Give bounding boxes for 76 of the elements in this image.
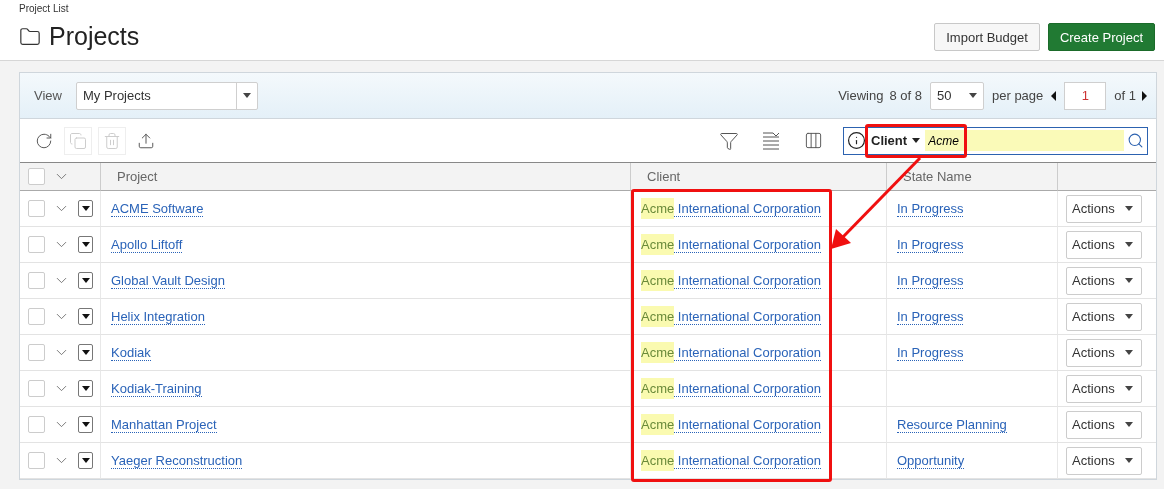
project-link[interactable]: ACME Software	[111, 200, 204, 217]
client-link[interactable]: Acme International Corporation	[641, 200, 821, 217]
state-link[interactable]: In Progress	[897, 272, 964, 289]
client-link[interactable]: Acme International Corporation	[641, 380, 821, 397]
per-page-label: per page	[992, 88, 1044, 103]
row-menu-button[interactable]	[78, 416, 93, 433]
columns-icon	[803, 131, 823, 150]
export-icon	[137, 131, 155, 150]
row-menu-button[interactable]	[78, 308, 93, 325]
row-checkbox[interactable]	[28, 452, 45, 469]
project-link[interactable]: Kodiak-Training	[111, 380, 202, 397]
previous-page-icon[interactable]	[1051, 90, 1057, 101]
state-link[interactable]: Opportunity	[897, 452, 965, 469]
info-icon[interactable]	[847, 131, 866, 150]
filter-icon	[719, 130, 739, 151]
actions-button[interactable]: Actions	[1066, 266, 1142, 295]
folder-icon	[19, 25, 41, 48]
client-link[interactable]: Acme International Corporation	[641, 416, 821, 433]
client-link[interactable]: Acme International Corporation	[641, 344, 821, 361]
search-scope-dropdown[interactable]: Client	[869, 133, 923, 148]
page-count: of 1	[1114, 88, 1136, 103]
client-link[interactable]: Acme International Corporation	[641, 272, 821, 289]
project-link[interactable]: Global Vault Design	[111, 272, 225, 289]
page-input[interactable]: 1	[1064, 81, 1107, 110]
state-link[interactable]: Resource Planning	[897, 416, 1007, 433]
actions-button[interactable]: Actions	[1066, 374, 1142, 403]
list-icon	[762, 131, 780, 150]
project-link[interactable]: Helix Integration	[111, 308, 205, 325]
project-link[interactable]: Yaeger Reconstruction	[111, 452, 243, 469]
select-all-checkbox[interactable]	[28, 168, 45, 185]
client-link[interactable]: Acme International Corporation	[641, 236, 821, 253]
page-title: Projects	[49, 22, 140, 51]
row-menu-button[interactable]	[78, 452, 93, 469]
actions-button[interactable]: Actions	[1066, 194, 1142, 223]
row-menu-button[interactable]	[78, 380, 93, 397]
column-header[interactable]: Client	[630, 163, 886, 191]
trash-icon	[103, 131, 121, 150]
project-link[interactable]: Manhattan Project	[111, 416, 217, 433]
state-link[interactable]: In Progress	[897, 236, 964, 253]
column-header[interactable]: Project	[100, 163, 630, 191]
row-menu-button[interactable]	[78, 236, 93, 253]
viewing-label: Viewing	[838, 88, 884, 103]
row-checkbox[interactable]	[28, 200, 45, 217]
per-page-select[interactable]: 50	[930, 81, 984, 110]
import-button[interactable]: Import Budget	[934, 23, 1040, 51]
breadcrumb[interactable]: Project List	[19, 3, 140, 14]
viewing-count: 8 of 8	[889, 88, 922, 103]
row-checkbox[interactable]	[28, 308, 45, 325]
row-checkbox[interactable]	[28, 380, 45, 397]
row-menu-button[interactable]	[78, 344, 93, 361]
client-link[interactable]: Acme International Corporation	[641, 308, 821, 325]
project-link[interactable]: Apollo Liftoff	[111, 236, 183, 253]
row-checkbox[interactable]	[28, 416, 45, 433]
row-menu-button[interactable]	[78, 272, 93, 289]
actions-button[interactable]: Actions	[1066, 338, 1142, 367]
search-icon[interactable]	[1127, 132, 1144, 149]
view-label: View	[34, 88, 62, 103]
client-link[interactable]: Acme International Corporation	[641, 452, 821, 469]
view-select[interactable]: My Projects	[75, 81, 258, 110]
state-link[interactable]: In Progress	[897, 308, 964, 325]
state-link[interactable]: In Progress	[897, 200, 964, 217]
next-page-icon[interactable]	[1142, 90, 1147, 101]
row-checkbox[interactable]	[28, 344, 45, 361]
state-link[interactable]: In Progress	[897, 344, 964, 361]
search-field[interactable]: Client Acme	[843, 126, 1148, 155]
row-checkbox[interactable]	[28, 272, 45, 289]
project-link[interactable]: Kodiak	[111, 344, 151, 361]
row-menu-button[interactable]	[78, 200, 93, 217]
refresh-icon	[35, 131, 53, 150]
actions-button[interactable]: Actions	[1066, 446, 1142, 475]
copy-icon	[69, 131, 87, 150]
actions-button[interactable]: Actions	[1066, 230, 1142, 259]
create-button[interactable]: Create Project	[1047, 23, 1155, 51]
row-checkbox[interactable]	[28, 236, 45, 253]
actions-button[interactable]: Actions	[1066, 302, 1142, 331]
actions-button[interactable]: Actions	[1066, 410, 1142, 439]
